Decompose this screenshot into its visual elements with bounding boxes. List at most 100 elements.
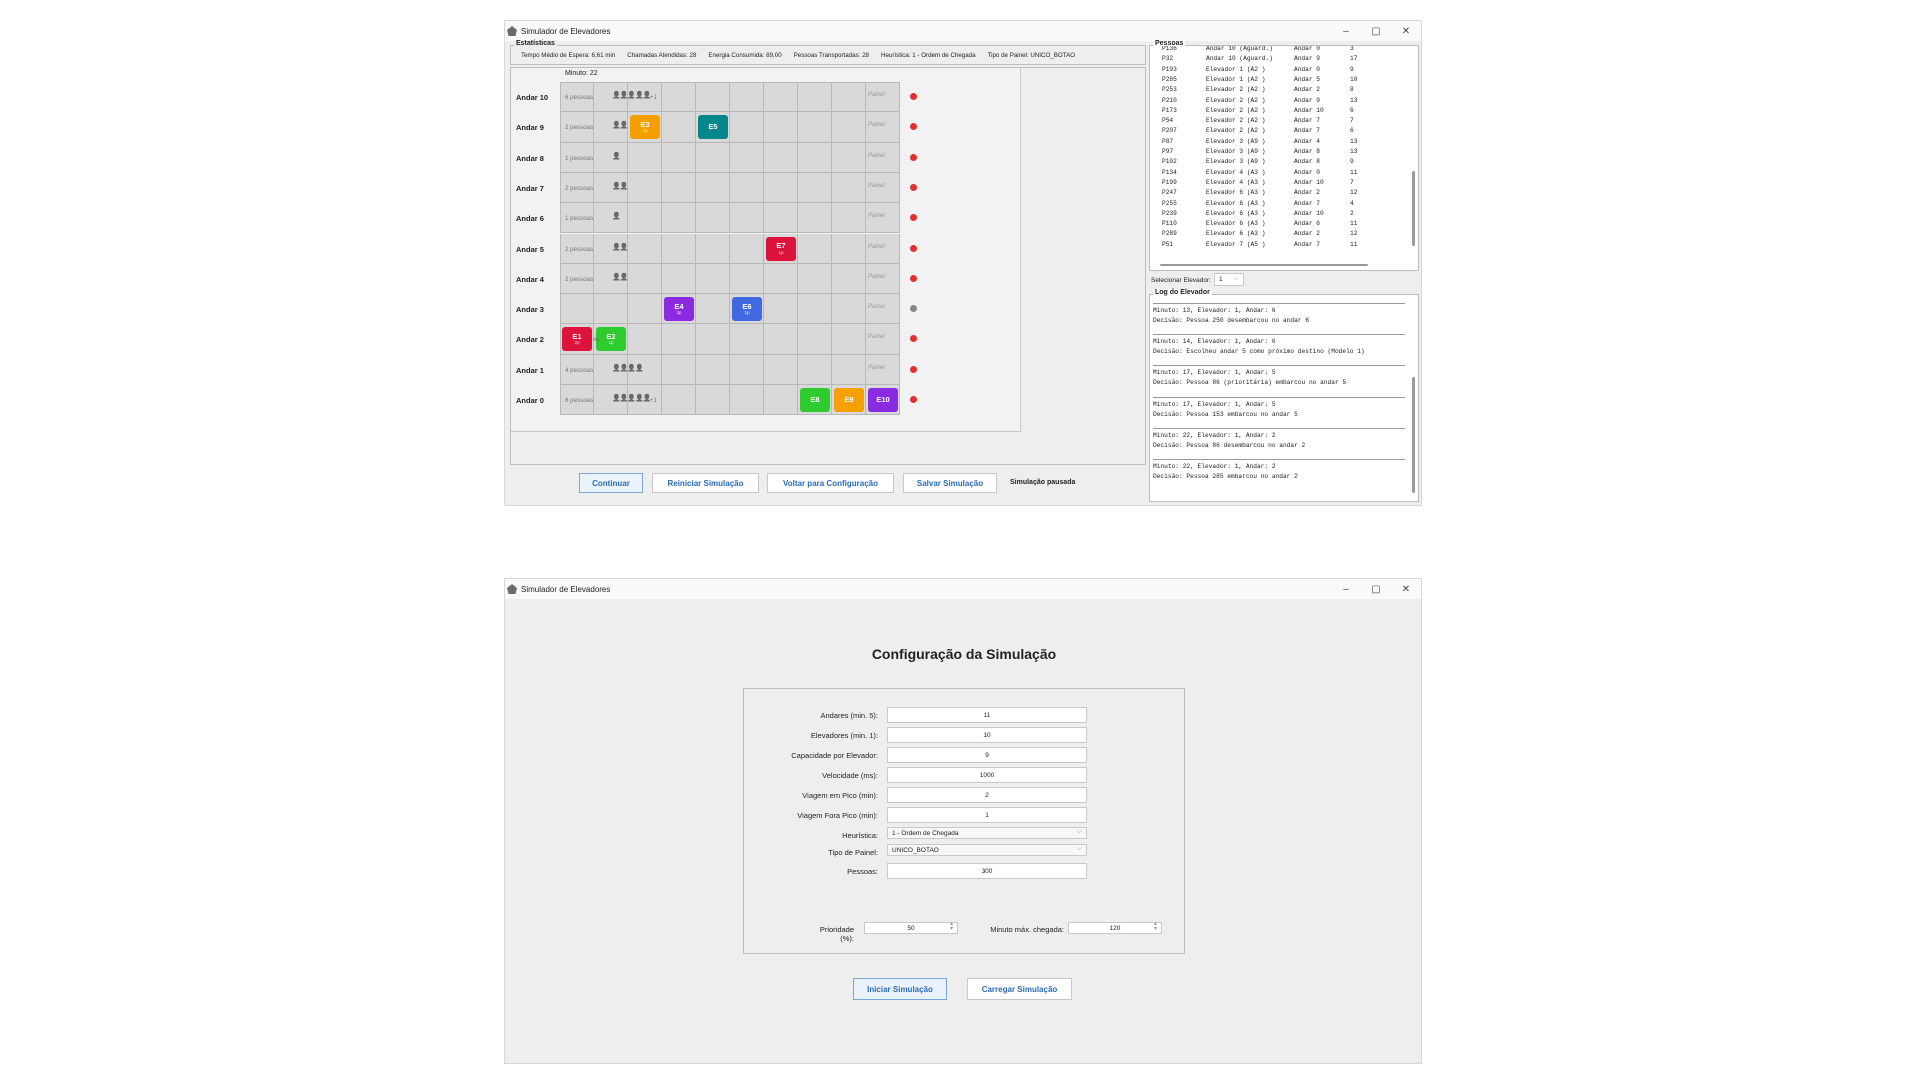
elevator-car[interactable]: E3 1p — [630, 115, 660, 140]
person-location: Elevador 2 (A2 ) — [1206, 96, 1266, 104]
close-icon[interactable]: ✕ — [1391, 26, 1421, 37]
panel-type-dropdown[interactable]: UNICO_BOTAO ⌵ — [887, 844, 1087, 856]
shaft-cell — [832, 263, 866, 295]
back-to-config-button[interactable]: Voltar para Configuração — [767, 473, 894, 493]
person-location: Elevador 2 (A2 ) — [1206, 117, 1266, 125]
app-icon — [507, 584, 517, 594]
floor-label: Andar 4 — [516, 274, 544, 284]
shaft-cell — [696, 172, 730, 204]
elevator-car[interactable]: E1 2p — [562, 327, 592, 352]
priority-spinner[interactable]: 50 ▴ ▾ — [864, 921, 958, 934]
call-button-indicator[interactable] — [910, 183, 917, 191]
log-entry-header: Minuto: 22, Elevador: 1, Andar: 2 — [1153, 463, 1276, 470]
shaft-cell — [832, 172, 866, 204]
shaft-cell — [832, 294, 866, 325]
call-button-indicator[interactable] — [910, 123, 917, 131]
elevators-input[interactable]: 10 — [887, 727, 1087, 743]
shaft-cell — [798, 142, 832, 173]
call-button-indicator[interactable] — [910, 365, 917, 373]
shaft-cell — [764, 294, 798, 325]
capacity-value: 9 — [985, 751, 989, 759]
person-destination: Andar 10 — [1294, 209, 1324, 217]
capacity-input[interactable]: 9 — [887, 747, 1087, 763]
person-location: Andar 10 (Aguard.) — [1206, 46, 1273, 52]
load-simulation-button[interactable]: Carregar Simulação — [967, 978, 1072, 1000]
call-button-indicator[interactable] — [910, 335, 917, 343]
shaft-cell — [764, 142, 798, 173]
call-panel-label: Painel — [868, 364, 885, 371]
shaft-cell — [730, 385, 764, 416]
minimize-icon[interactable]: – — [1331, 584, 1361, 595]
call-button-indicator[interactable] — [910, 153, 917, 161]
person-destination: Andar 8 — [1294, 148, 1320, 155]
shaft-cell — [662, 233, 696, 264]
elevator-car[interactable]: E6 1p — [732, 297, 762, 322]
call-panel-label: Painel — [868, 92, 885, 98]
call-button-indicator[interactable] — [910, 93, 917, 100]
log-vertical-scrollbar[interactable] — [1412, 377, 1415, 493]
maximize-icon[interactable]: ▢ — [1361, 26, 1391, 37]
shaft-cell — [662, 385, 696, 416]
minimize-icon[interactable]: – — [1331, 26, 1361, 37]
person-destination: Andar 7 — [1294, 240, 1320, 248]
person-location: Elevador 2 (A2 ) — [1206, 127, 1266, 135]
person-id: P51 — [1162, 240, 1174, 248]
floor-label: Andar 6 — [516, 214, 544, 224]
shaft-cell — [662, 112, 696, 143]
building-canvas: Minuto: 22 Andar 10 6 pessoas 👤👤👤👤👤 +1 Paine… — [511, 68, 1021, 432]
shaft-cell — [764, 385, 798, 416]
call-button-indicator[interactable] — [910, 274, 917, 282]
floor-label: Andar 7 — [516, 183, 544, 193]
call-button-indicator[interactable] — [910, 214, 917, 222]
person-id: P207 — [1162, 127, 1177, 135]
max-arrival-spinner[interactable]: 120 ▴ ▾ — [1068, 921, 1162, 934]
elevator-car[interactable]: E7 1p — [766, 236, 796, 261]
person-destination: Andar 2 — [1294, 86, 1320, 94]
person-location: Elevador 1 (A2 ) — [1206, 75, 1266, 83]
person-destination: Andar 6 — [1294, 220, 1320, 228]
shaft-cell — [662, 203, 696, 234]
elevator-car[interactable]: E4 3p — [664, 297, 694, 322]
call-button-indicator[interactable] — [910, 305, 917, 313]
maximize-icon[interactable]: ▢ — [1361, 584, 1391, 595]
close-icon[interactable]: ✕ — [1391, 584, 1421, 595]
stat-energy: Energia Consumida: 89,00 — [708, 52, 782, 59]
person-wait: 11 — [1350, 220, 1358, 228]
people-input[interactable]: 300 — [887, 863, 1087, 879]
people-horizontal-scrollbar[interactable] — [1160, 264, 1368, 266]
elevator-name: E5 — [708, 122, 718, 132]
simulation-window: Simulador de Elevadores – ▢ ✕ Estatístic… — [504, 20, 1422, 506]
elevator-car[interactable]: E8 — [800, 388, 830, 412]
elevator-side-tag: es — [593, 337, 600, 344]
offpeak-travel-input[interactable]: 1 — [887, 807, 1087, 823]
select-elevator-dropdown[interactable]: 1 ⌵ — [1214, 273, 1244, 286]
continue-button[interactable]: Continuar — [579, 473, 643, 493]
person-location: Elevador 6 (A3 ) — [1206, 199, 1266, 207]
peak-travel-input[interactable]: 2 — [887, 787, 1087, 803]
elevator-load: 1p — [642, 128, 648, 134]
more-people-count: +1 — [650, 95, 657, 101]
restart-button[interactable]: Reiniciar Simulação — [652, 473, 759, 493]
call-button-indicator[interactable] — [910, 396, 917, 403]
elevator-car[interactable]: E2 1p — [596, 327, 626, 352]
person-wait: 2 — [1350, 209, 1354, 217]
person-wait: 9 — [1350, 158, 1354, 166]
peak-travel-value: 2 — [985, 791, 989, 799]
save-simulation-button[interactable]: Salvar Simulação — [903, 473, 997, 493]
call-button-indicator[interactable] — [910, 244, 917, 252]
elevator-car[interactable]: E9 — [834, 388, 864, 412]
start-simulation-button[interactable]: Iniciar Simulação — [853, 978, 947, 1000]
waiting-people-icon: 👤 — [612, 213, 621, 221]
person-wait: 11 — [1350, 240, 1358, 248]
person-id: P173 — [1162, 106, 1177, 114]
heuristic-dropdown[interactable]: 1 - Ordem de Chegada ⌵ — [887, 827, 1087, 839]
shaft-cell — [628, 172, 662, 204]
elevator-car[interactable]: E10 — [868, 388, 898, 412]
people-vertical-scrollbar[interactable] — [1412, 171, 1415, 246]
speed-input[interactable]: 1000 — [887, 767, 1087, 783]
floor-people-count: 2 pessoas — [565, 184, 594, 192]
shaft-cell — [832, 112, 866, 143]
floors-input[interactable]: 11 — [887, 707, 1087, 723]
floor-people-count: 2 pessoas — [565, 275, 594, 283]
elevator-car[interactable]: E5 — [698, 115, 728, 140]
